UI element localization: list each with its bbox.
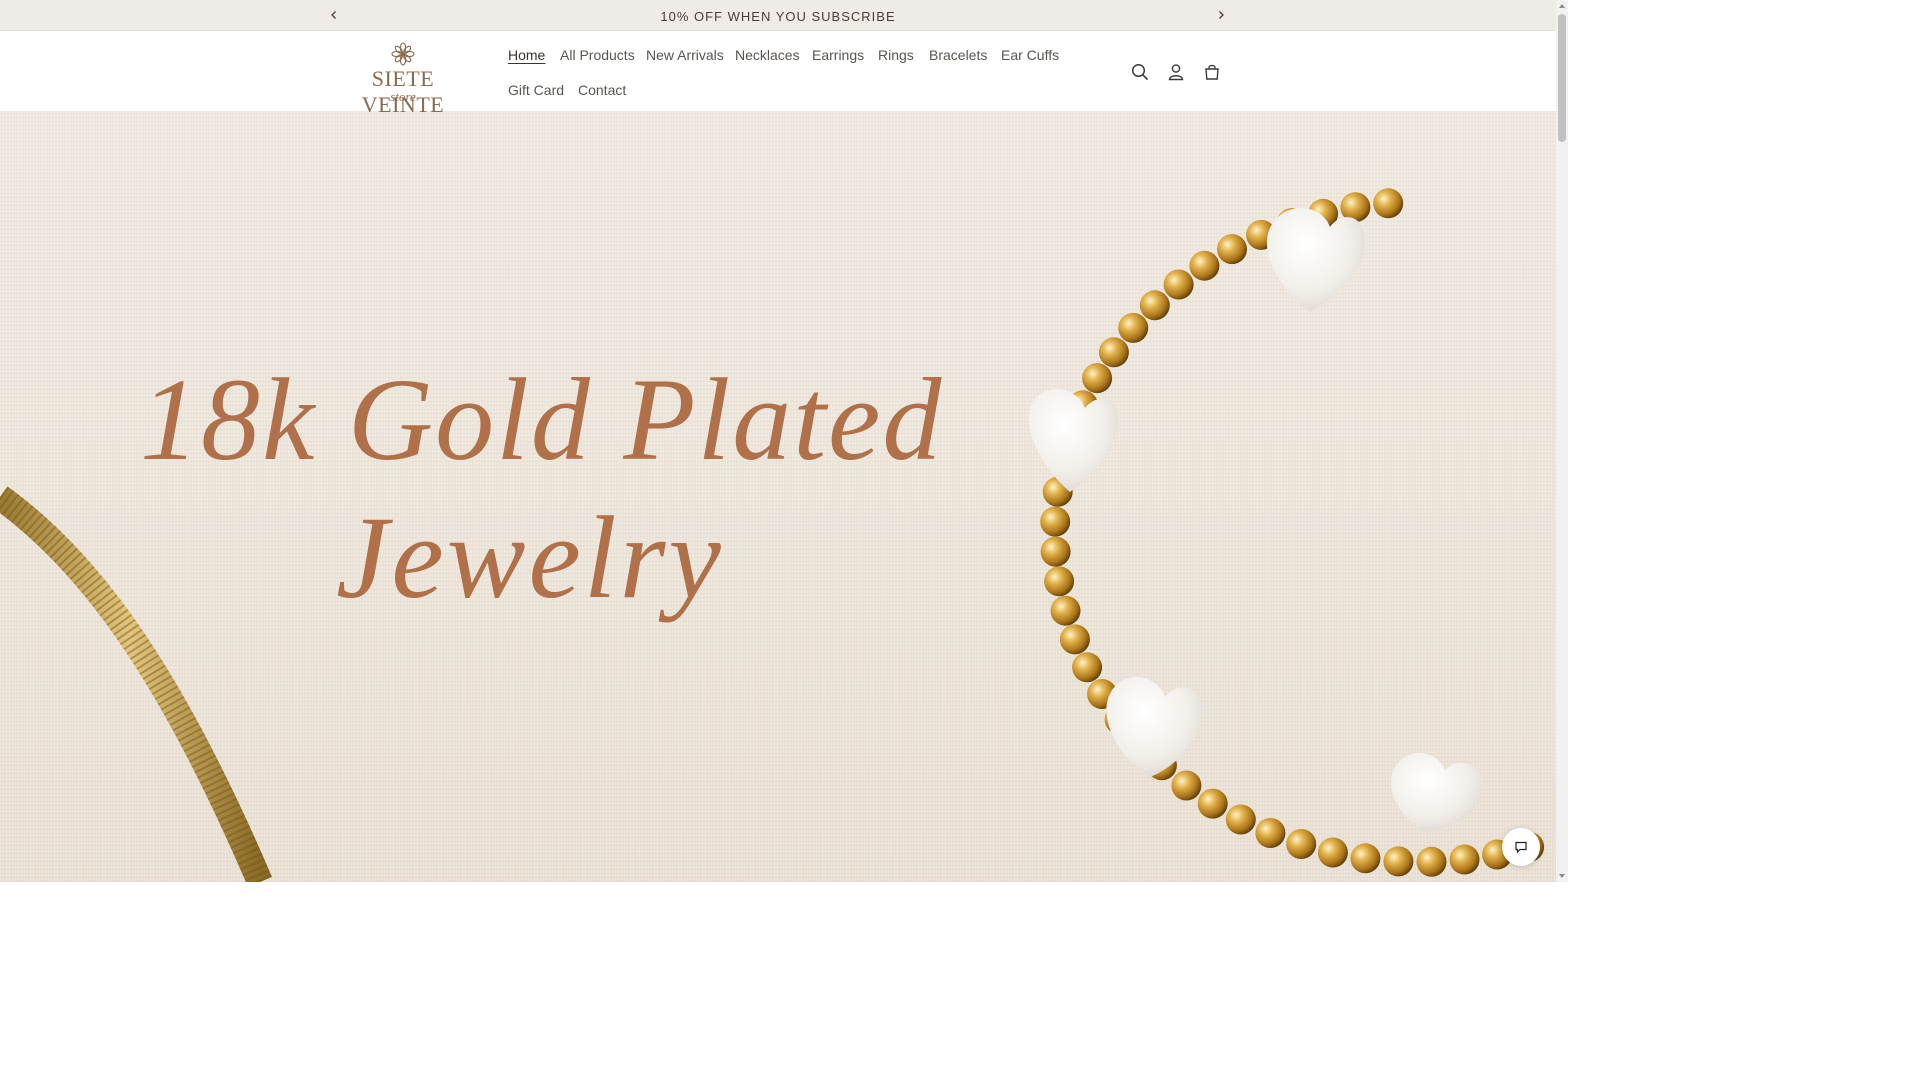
search-button[interactable] (1128, 60, 1152, 84)
gold-bead (1373, 188, 1404, 219)
gold-bead (1189, 250, 1220, 281)
gold-bead (1197, 788, 1228, 819)
pearl-heart (1028, 389, 1119, 492)
gold-bead (1449, 844, 1480, 875)
pearl-heart (1391, 752, 1482, 832)
gold-bead (1317, 837, 1348, 868)
pearl-heart (1106, 677, 1204, 777)
gold-bead (1098, 337, 1129, 368)
nav-bracelets[interactable]: Bracelets (929, 47, 987, 63)
account-button[interactable] (1164, 60, 1188, 84)
flower-icon (391, 42, 415, 66)
site-header: SIETE VEINTE store Home All Products New… (0, 32, 1556, 117)
gold-bead (1059, 624, 1090, 655)
nav-home[interactable]: Home (508, 47, 545, 63)
scroll-up-icon[interactable] (1558, 2, 1566, 10)
gold-bead (1139, 290, 1170, 321)
scroll-thumb[interactable] (1558, 14, 1566, 142)
announcement-text[interactable]: 10% OFF WHEN YOU SUBSCRIBE (0, 9, 1556, 24)
chat-icon (1515, 841, 1527, 854)
nav-necklaces[interactable]: Necklaces (735, 47, 800, 63)
hero-jewelry-image (0, 188, 1545, 882)
nav-earrings[interactable]: Earrings (812, 47, 864, 63)
store-logo[interactable]: SIETE VEINTE store (330, 42, 476, 117)
nav-new-arrivals[interactable]: New Arrivals (646, 47, 724, 63)
announcement-next-button[interactable] (1213, 7, 1229, 23)
nav-ear-cuffs[interactable]: Ear Cuffs (1001, 47, 1059, 63)
cart-button[interactable] (1200, 60, 1224, 84)
hero-banner[interactable]: 18k Gold Plated Jewelry (0, 112, 1556, 882)
gold-bead (1044, 566, 1075, 597)
nav-rings[interactable]: Rings (878, 47, 914, 63)
gold-bead (1350, 843, 1381, 874)
chat-button[interactable] (1502, 828, 1540, 866)
gold-bead (1040, 506, 1071, 537)
cart-icon (1205, 64, 1219, 80)
gold-bead (1040, 536, 1071, 567)
logo-subtitle: store (390, 89, 416, 104)
page-scrollbar[interactable] (1556, 0, 1568, 882)
gold-bead (1171, 770, 1202, 801)
gold-bead (1082, 363, 1113, 394)
nav-all-products[interactable]: All Products (560, 47, 635, 63)
search-icon (1131, 63, 1149, 81)
gold-bead (1050, 595, 1081, 626)
nav-contact[interactable]: Contact (578, 82, 626, 98)
chevron-right-icon (1219, 11, 1224, 19)
gold-bead (1255, 818, 1286, 848)
announcement-bar: 10% OFF WHEN YOU SUBSCRIBE (0, 0, 1556, 31)
gold-bead (1225, 804, 1256, 835)
gold-bead (1286, 829, 1317, 859)
hero-title-line2: Jewelry (336, 492, 724, 623)
gold-bead (1072, 652, 1103, 683)
pearl-heart (1266, 207, 1365, 312)
gold-bead (1416, 846, 1447, 877)
gold-bead (1163, 269, 1194, 300)
hero-title-line1: 18k Gold Plated (140, 354, 944, 485)
nav-gift-card[interactable]: Gift Card (508, 82, 564, 98)
gold-bead (1217, 234, 1247, 265)
gold-bead (1383, 846, 1414, 877)
scroll-down-icon[interactable] (1558, 872, 1566, 880)
gold-bead (1118, 312, 1149, 343)
account-icon (1168, 64, 1184, 81)
